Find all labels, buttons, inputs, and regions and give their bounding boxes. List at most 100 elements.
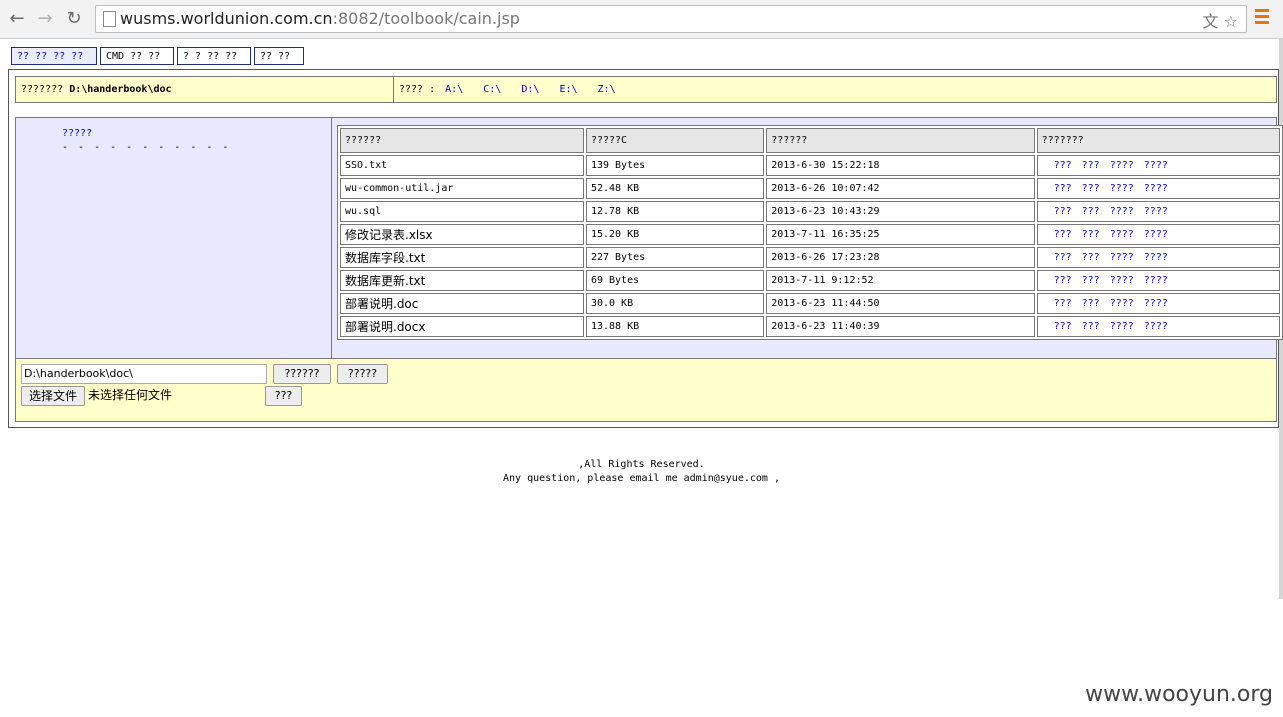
file-modified: 2013-6-30 15:22:18 bbox=[766, 155, 1035, 176]
file-action-link[interactable]: ??? bbox=[1082, 206, 1100, 217]
file-action-link[interactable]: ???? bbox=[1144, 252, 1168, 263]
contact-text: Any question, please email me admin@syue… bbox=[503, 473, 780, 484]
upload-button[interactable]: ??? bbox=[265, 386, 302, 406]
file-list: ?????? ?????C ?????? ??????? SSO.txt 139 … bbox=[337, 125, 1283, 340]
file-name: wu-common-util.jar bbox=[340, 178, 584, 199]
file-action-link[interactable]: ??? bbox=[1082, 160, 1100, 171]
file-action-link[interactable]: ???? bbox=[1110, 183, 1134, 194]
choose-file-button[interactable]: 选择文件 bbox=[21, 386, 85, 406]
file-name: 部署说明.docx bbox=[340, 316, 584, 337]
address-bar[interactable]: wusms.worldunion.com.cn:8082/toolbook/ca… bbox=[95, 5, 1247, 33]
file-action-link[interactable]: ??? bbox=[1054, 252, 1072, 263]
file-action-link[interactable]: ??? bbox=[1082, 275, 1100, 286]
file-size: 227 Bytes bbox=[585, 247, 765, 268]
drive-link[interactable]: D:\ bbox=[521, 84, 539, 95]
path-bar: ??????? D:\handerbook\doc ???? : A:\ C:\… bbox=[15, 76, 1277, 103]
file-modified: 2013-7-11 9:12:52 bbox=[766, 270, 1035, 291]
tab-3[interactable]: ? ? ?? ?? bbox=[177, 47, 251, 65]
file-action-link[interactable]: ??? bbox=[1054, 298, 1072, 309]
column-header: ?????C bbox=[585, 128, 765, 153]
file-action-link[interactable]: ??? bbox=[1054, 160, 1072, 171]
file-action-link[interactable]: ??? bbox=[1082, 183, 1100, 194]
file-action-link[interactable]: ??? bbox=[1082, 298, 1100, 309]
tab-4[interactable]: ?? ?? bbox=[254, 47, 304, 65]
tree-root-link[interactable]: ????? bbox=[62, 128, 92, 139]
drive-link[interactable]: C:\ bbox=[483, 84, 501, 95]
file-action-link[interactable]: ???? bbox=[1110, 275, 1134, 286]
browser-toolbar: ← → ↻ wusms.worldunion.com.cn:8082/toolb… bbox=[0, 0, 1283, 39]
file-name: 数据库更新.txt bbox=[340, 270, 584, 291]
menu-icon[interactable] bbox=[1255, 9, 1269, 27]
file-action-link[interactable]: ???? bbox=[1144, 229, 1168, 240]
file-name: SSO.txt bbox=[340, 155, 584, 176]
reload-icon[interactable]: ↻ bbox=[63, 8, 85, 30]
file-action-link[interactable]: ???? bbox=[1110, 160, 1134, 171]
file-action-link[interactable]: ???? bbox=[1144, 160, 1168, 171]
tree-separator: - - - - - - - - - - - bbox=[62, 142, 231, 153]
goto-button[interactable]: ?????? bbox=[273, 364, 331, 384]
file-size: 139 Bytes bbox=[585, 155, 765, 176]
file-actions: ?????????????? bbox=[1036, 201, 1280, 222]
file-size: 69 Bytes bbox=[585, 270, 765, 291]
table-row: 数据库更新.txt 69 Bytes 2013-7-11 9:12:52??????… bbox=[340, 270, 1280, 291]
path-field[interactable]: D:\handerbook\doc\ bbox=[21, 364, 267, 384]
file-modified: 2013-6-26 10:07:42 bbox=[766, 178, 1035, 199]
column-header: ??????? bbox=[1036, 128, 1280, 153]
file-action-link[interactable]: ???? bbox=[1110, 229, 1134, 240]
table-row: wu.sql 12.78 KB 2013-6-23 10:43:29????????… bbox=[340, 201, 1280, 222]
tab-file-manager[interactable]: ?? ?? ?? ?? bbox=[11, 47, 97, 65]
file-action-link[interactable]: ??? bbox=[1082, 321, 1100, 332]
file-action-link[interactable]: ???? bbox=[1144, 206, 1168, 217]
current-path: ??????? D:\handerbook\doc bbox=[16, 77, 394, 102]
file-modified: 2013-6-23 10:43:29 bbox=[766, 201, 1035, 222]
translate-icon[interactable]: 文 bbox=[1203, 12, 1219, 31]
file-actions: ?????????????? bbox=[1036, 316, 1280, 337]
file-size: 30.0 KB bbox=[585, 293, 765, 314]
file-action-link[interactable]: ???? bbox=[1110, 298, 1134, 309]
url-text: wusms.worldunion.com.cn:8082/toolbook/ca… bbox=[120, 9, 520, 28]
star-icon[interactable]: ☆ bbox=[1224, 12, 1238, 31]
directory-tree: ????? - - - - - - - - - - - bbox=[16, 118, 332, 358]
file-action-link[interactable]: ??? bbox=[1082, 229, 1100, 240]
file-action-link[interactable]: ???? bbox=[1110, 321, 1134, 332]
file-size: 15.20 KB bbox=[585, 224, 765, 245]
file-action-link[interactable]: ???? bbox=[1144, 183, 1168, 194]
file-name: 数据库字段.txt bbox=[340, 247, 584, 268]
file-action-link[interactable]: ???? bbox=[1144, 275, 1168, 286]
drive-list: ???? : A:\ C:\ D:\ E:\ Z:\ bbox=[399, 84, 616, 95]
drive-link[interactable]: A:\ bbox=[445, 84, 463, 95]
file-size: 13.88 KB bbox=[585, 316, 765, 337]
file-action-link[interactable]: ??? bbox=[1054, 321, 1072, 332]
footer: ,All Rights Reserved. Any question, plea… bbox=[0, 458, 1283, 486]
file-actions: ?????????????? bbox=[1036, 293, 1280, 314]
column-header: ?????? bbox=[766, 128, 1035, 153]
table-row: 部署说明.doc 30.0 KB 2013-6-23 11:44:50???????… bbox=[340, 293, 1280, 314]
file-action-link[interactable]: ???? bbox=[1144, 298, 1168, 309]
back-arrow-icon[interactable]: ← bbox=[6, 8, 28, 30]
file-action-link[interactable]: ???? bbox=[1110, 252, 1134, 263]
file-action-link[interactable]: ???? bbox=[1110, 206, 1134, 217]
no-file-label: 未选择任何文件 bbox=[88, 388, 173, 402]
table-row: SSO.txt 139 Bytes 2013-6-30 15:22:18??????… bbox=[340, 155, 1280, 176]
drive-link[interactable]: E:\ bbox=[559, 84, 577, 95]
file-action-link[interactable]: ??? bbox=[1054, 206, 1072, 217]
file-name: 修改记录表.xlsx bbox=[340, 224, 584, 245]
file-action-link[interactable]: ??? bbox=[1054, 183, 1072, 194]
page-icon bbox=[103, 11, 116, 27]
file-action-link[interactable]: ??? bbox=[1054, 275, 1072, 286]
table-row: 数据库字段.txt 227 Bytes 2013-6-26 17:23:28????… bbox=[340, 247, 1280, 268]
file-modified: 2013-6-23 11:40:39 bbox=[766, 316, 1035, 337]
file-actions: ?????????????? bbox=[1036, 270, 1280, 291]
file-name: 部署说明.doc bbox=[340, 293, 584, 314]
new-dir-button[interactable]: ????? bbox=[337, 364, 388, 384]
file-action-link[interactable]: ??? bbox=[1054, 229, 1072, 240]
file-actions: ?????????????? bbox=[1036, 224, 1280, 245]
forward-arrow-icon[interactable]: → bbox=[34, 8, 56, 30]
drive-link[interactable]: Z:\ bbox=[598, 84, 616, 95]
file-action-link[interactable]: ???? bbox=[1144, 321, 1168, 332]
tab-cmd[interactable]: CMD ?? ?? bbox=[100, 47, 174, 65]
column-header: ?????? bbox=[340, 128, 584, 153]
file-actions: ?????????????? bbox=[1036, 155, 1280, 176]
file-action-link[interactable]: ??? bbox=[1082, 252, 1100, 263]
table-row: 部署说明.docx 13.88 KB 2013-6-23 11:40:39?????… bbox=[340, 316, 1280, 337]
